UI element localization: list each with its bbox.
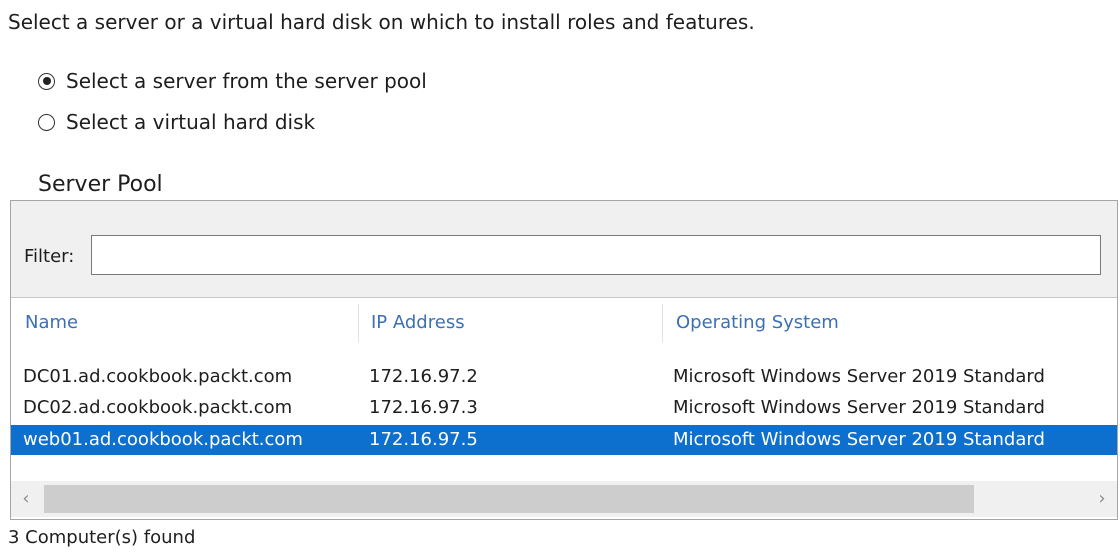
ip-address-cell: 172.16.97.2 (369, 366, 478, 387)
column-separator[interactable] (662, 304, 663, 342)
radio-virtual-hard-disk-label: Select a virtual hard disk (66, 110, 316, 134)
server-name-cell: DC01.ad.cookbook.packt.com (23, 366, 293, 387)
operating-system-cell: Microsoft Windows Server 2019 Standard (673, 366, 1045, 387)
column-header-ip-address[interactable]: IP Address (371, 310, 465, 336)
radio-dot (42, 77, 51, 85)
server-pool-title: Server Pool (38, 172, 163, 197)
filter-input[interactable] (91, 235, 1101, 275)
computers-found-status: 3 Computer(s) found (8, 527, 196, 548)
radio-selected-icon[interactable] (38, 72, 55, 90)
column-separator[interactable] (358, 304, 359, 342)
server-name-cell: DC02.ad.cookbook.packt.com (23, 397, 293, 418)
instruction-text: Select a server or a virtual hard disk o… (8, 10, 755, 34)
ip-address-cell: 172.16.97.5 (369, 429, 478, 450)
radio-virtual-hard-disk[interactable]: Select a virtual hard disk (38, 108, 315, 136)
scrollbar-thumb[interactable] (44, 485, 974, 513)
scroll-left-icon[interactable]: ‹ (11, 481, 41, 517)
table-row[interactable]: DC01.ad.cookbook.packt.com 172.16.97.2 M… (11, 362, 1117, 392)
radio-unselected-icon[interactable] (38, 113, 55, 131)
table-row[interactable]: DC02.ad.cookbook.packt.com 172.16.97.3 M… (11, 393, 1117, 423)
column-header-operating-system[interactable]: Operating System (676, 310, 839, 336)
ip-address-cell: 172.16.97.3 (369, 397, 478, 418)
radio-server-pool-label: Select a server from the server pool (66, 69, 427, 93)
radio-server-pool[interactable]: Select a server from the server pool (38, 67, 427, 95)
server-name-cell: web01.ad.cookbook.packt.com (23, 429, 303, 450)
operating-system-cell: Microsoft Windows Server 2019 Standard (673, 429, 1045, 450)
filter-area: Filter: (11, 201, 1117, 297)
scroll-right-icon[interactable]: › (1087, 481, 1117, 517)
server-pool-panel: Filter: Name IP Address Operating System… (10, 200, 1118, 520)
select-destination-server-page: Select a server or a virtual hard disk o… (0, 0, 1120, 556)
column-header-name[interactable]: Name (25, 310, 78, 336)
table-row-selected[interactable]: web01.ad.cookbook.packt.com 172.16.97.5 … (11, 425, 1117, 455)
server-list: Name IP Address Operating System DC01.ad… (11, 297, 1117, 519)
filter-label: Filter: (24, 246, 75, 267)
horizontal-scrollbar[interactable]: ‹ › (11, 481, 1117, 517)
operating-system-cell: Microsoft Windows Server 2019 Standard (673, 397, 1045, 418)
